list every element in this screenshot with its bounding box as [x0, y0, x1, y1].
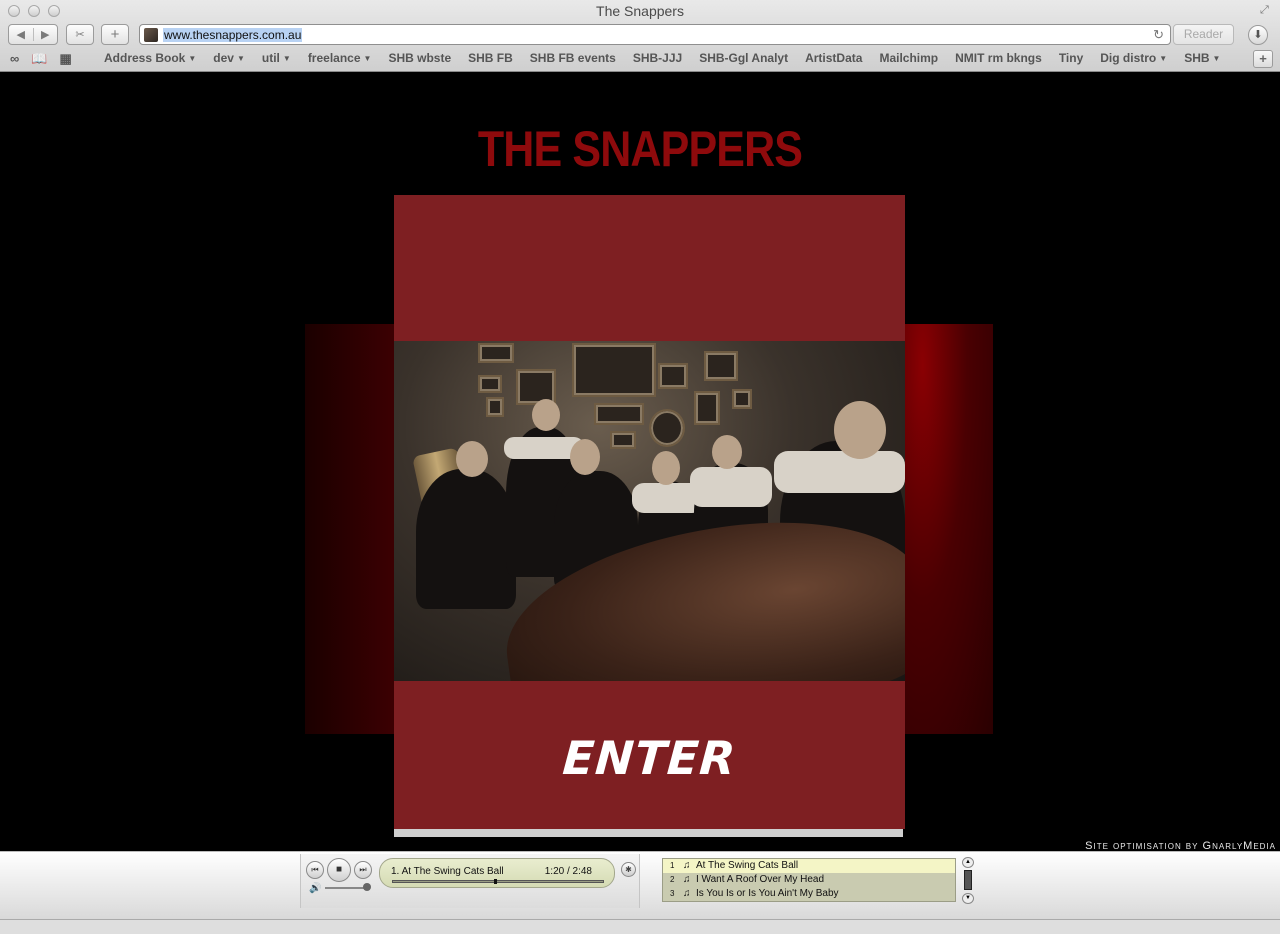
- reader-button[interactable]: Reader: [1173, 24, 1234, 45]
- address-bar[interactable]: www.thesnappers.com.au ↻: [139, 24, 1171, 45]
- dropdown-arrow-icon: ▼: [1159, 54, 1168, 63]
- bookmark-label: SHB FB: [468, 51, 513, 65]
- bookmark-item[interactable]: Address Book ▼: [104, 51, 196, 65]
- playlist-scrollbar[interactable]: ▲ ▼: [962, 857, 974, 904]
- playlist-row[interactable]: 1 ♫ At The Swing Cats Ball: [663, 859, 955, 873]
- music-player: ⏮ ■ ⏭ 🔊 1. At The Swing Cats Ball 1:20 /…: [300, 854, 640, 908]
- top-sites-icon[interactable]: ▦: [59, 51, 71, 67]
- bookmark-item[interactable]: ArtistData: [805, 51, 862, 65]
- volume-icon: 🔊: [309, 883, 322, 894]
- scroll-thumb[interactable]: [964, 870, 972, 890]
- track-time: 1:20 / 2:48: [544, 866, 592, 877]
- bookmarks-icon[interactable]: 📖: [31, 51, 47, 67]
- bookmark-label: Dig distro: [1100, 51, 1157, 65]
- bookmark-label: freelance: [307, 51, 361, 65]
- status-bar: [0, 919, 1280, 934]
- bookmarks-bar: ∞ 📖 ▦ Address Book ▼ dev ▼ util ▼ freelance ▼ SH…: [0, 50, 1280, 68]
- music-note-icon: ♫: [683, 888, 691, 899]
- bookmark-item[interactable]: SHB FB events: [530, 51, 616, 65]
- bookmark-item[interactable]: util ▼: [262, 51, 291, 65]
- now-playing-title: 1. At The Swing Cats Ball: [391, 866, 504, 877]
- bookmark-label: dev: [213, 51, 234, 65]
- settings-icon[interactable]: ✱: [621, 862, 636, 877]
- playlist-row[interactable]: 2 ♫ I Want A Roof Over My Head: [663, 873, 955, 887]
- bookmark-item[interactable]: SHB-JJJ: [633, 51, 682, 65]
- left-decor-panel: [305, 324, 395, 734]
- browser-chrome: The Snappers ⤢ ◀ ▶ ✂ + www.thesnappers.c…: [0, 0, 1280, 72]
- next-track-icon[interactable]: ⏭: [354, 861, 372, 879]
- track-number: 3: [670, 889, 675, 898]
- music-note-icon: ♫: [683, 874, 691, 885]
- add-bookmark-button[interactable]: +: [101, 24, 129, 45]
- bookmark-tools: ∞ 📖 ▦: [10, 51, 72, 67]
- bookmark-item[interactable]: SHB-Ggl Analyt: [699, 51, 788, 65]
- bookmark-label: SHB FB events: [529, 51, 616, 65]
- track-title: I Want A Roof Over My Head: [696, 874, 825, 885]
- previous-track-icon[interactable]: ⏮: [306, 861, 324, 879]
- dropdown-arrow-icon: ▼: [188, 54, 197, 63]
- bookmark-label: Mailchimp: [879, 51, 939, 65]
- new-tab-button[interactable]: +: [1253, 50, 1273, 68]
- band-photo: [394, 341, 905, 681]
- bookmark-item[interactable]: dev ▼: [213, 51, 245, 65]
- playlist-row[interactable]: 3 ♫ Is You Is or Is You Ain't My Baby: [663, 887, 955, 901]
- reading-list-icon[interactable]: ∞: [10, 51, 19, 67]
- downloads-icon[interactable]: ⬇: [1248, 25, 1268, 45]
- bookmark-label: SHB-JJJ: [632, 51, 683, 65]
- bookmark-label: util: [261, 51, 280, 65]
- site-logo[interactable]: THE SNAPPERS: [90, 120, 1191, 178]
- bookmark-label: Tiny: [1058, 51, 1084, 65]
- bookmark-item[interactable]: Mailchimp: [879, 51, 938, 65]
- now-playing-display: 1. At The Swing Cats Ball 1:20 / 2:48: [379, 858, 615, 888]
- right-decor-panel: [905, 324, 993, 734]
- url-text[interactable]: www.thesnappers.com.au: [163, 27, 303, 42]
- track-progress-bar[interactable]: [392, 879, 604, 884]
- bookmark-item[interactable]: NMIT rm bkngs: [955, 51, 1042, 65]
- fullscreen-icon[interactable]: ⤢: [1260, 4, 1272, 16]
- bookmark-label: SHB wbste: [388, 51, 452, 65]
- scroll-up-icon[interactable]: ▲: [962, 857, 974, 868]
- bookmark-label: Address Book: [104, 51, 186, 65]
- music-player-bar: ⏮ ■ ⏭ 🔊 1. At The Swing Cats Ball 1:20 /…: [0, 851, 1280, 919]
- splash-card: ENTER: [394, 195, 905, 829]
- card-footer-strip: [394, 829, 903, 837]
- share-button[interactable]: ✂: [66, 24, 94, 45]
- track-title: At The Swing Cats Ball: [696, 860, 799, 871]
- track-title: Is You Is or Is You Ain't My Baby: [696, 888, 839, 899]
- dropdown-arrow-icon: ▼: [236, 54, 245, 63]
- bookmark-item[interactable]: Tiny: [1059, 51, 1083, 65]
- bookmark-label: SHB-Ggl Analyt: [699, 51, 789, 65]
- scroll-down-icon[interactable]: ▼: [962, 893, 974, 904]
- volume-knob[interactable]: [363, 883, 371, 891]
- bookmark-list: Address Book ▼ dev ▼ util ▼ freelance ▼ SHB wbst…: [104, 51, 1237, 65]
- enter-button[interactable]: ENTER: [392, 731, 907, 785]
- bookmark-label: SHB: [1184, 51, 1210, 65]
- back-icon[interactable]: ◀: [9, 28, 33, 41]
- dropdown-arrow-icon: ▼: [363, 54, 372, 63]
- window-title: The Snappers: [596, 3, 684, 19]
- web-page: THE SNAPPERS ENTER Site optimisation by …: [0, 72, 1280, 852]
- dropdown-arrow-icon: ▼: [1212, 54, 1221, 63]
- music-note-icon: ♫: [683, 860, 691, 871]
- stop-icon[interactable]: ■: [327, 858, 351, 882]
- scissors-icon: ✂: [75, 29, 85, 41]
- back-forward-group: ◀ ▶: [8, 24, 58, 45]
- bookmark-item[interactable]: freelance ▼: [308, 51, 372, 65]
- bookmark-label: ArtistData: [805, 51, 863, 65]
- dropdown-arrow-icon: ▼: [282, 54, 291, 63]
- playlist: 1 ♫ At The Swing Cats Ball 2 ♫ I Want A Roof …: [662, 858, 956, 902]
- bookmark-item[interactable]: SHB ▼: [1184, 51, 1220, 65]
- reload-icon[interactable]: ↻: [1153, 27, 1164, 43]
- bookmark-item[interactable]: SHB wbste: [388, 51, 451, 65]
- site-favicon-icon: [144, 27, 158, 42]
- track-number: 1: [670, 861, 675, 870]
- bookmark-item[interactable]: SHB FB: [468, 51, 513, 65]
- bookmark-label: NMIT rm bkngs: [955, 51, 1042, 65]
- progress-knob[interactable]: [493, 879, 497, 884]
- plus-icon: +: [110, 26, 120, 43]
- bookmark-item[interactable]: Dig distro ▼: [1100, 51, 1167, 65]
- track-number: 2: [670, 875, 675, 884]
- forward-icon[interactable]: ▶: [32, 28, 58, 41]
